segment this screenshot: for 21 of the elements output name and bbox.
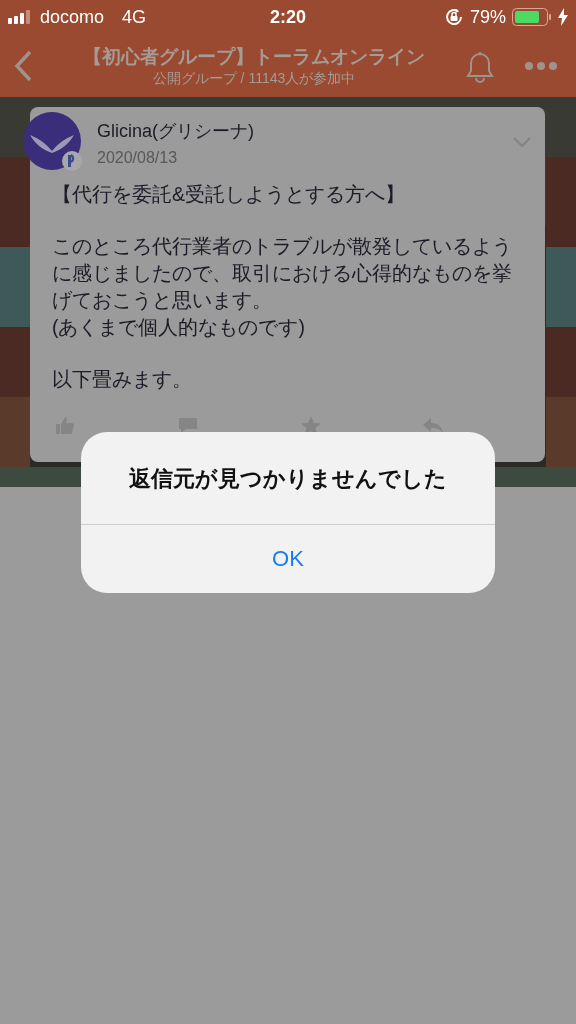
avatar-icon[interactable] bbox=[22, 111, 84, 173]
post-text: 以下畳みます。 bbox=[52, 367, 193, 392]
speech-bubble-icon[interactable] bbox=[176, 415, 199, 435]
more-icon[interactable] bbox=[524, 60, 558, 71]
ok-button[interactable]: OK bbox=[81, 525, 495, 593]
clock-time: 2:20 bbox=[270, 6, 306, 28]
post-date: 2020/08/13 bbox=[97, 149, 179, 167]
author-name[interactable]: Glicina(グリシーナ) bbox=[97, 119, 513, 143]
post-text: このところ代行業者のトラブルが散発しているように感じましたので、取引における心得的なものを挙げておこうと思います。 (あくまで個人的なものです) bbox=[52, 234, 513, 340]
reply-arrow-icon[interactable] bbox=[422, 415, 445, 435]
star-icon[interactable] bbox=[299, 415, 322, 435]
network-type: 4G bbox=[122, 6, 147, 28]
back-icon[interactable] bbox=[14, 49, 32, 82]
battery-percent: 79% bbox=[469, 6, 506, 28]
alert-message: 返信元が見つかりませんでした bbox=[81, 432, 495, 525]
battery-icon bbox=[512, 8, 552, 26]
group-subtitle: 公開グループ / 11143人が参加中 bbox=[152, 69, 356, 88]
post-text: 【代行を委託&受託しようとする方へ】 bbox=[52, 182, 406, 207]
group-title: 【初心者グループ】トーラムオンライン bbox=[83, 44, 425, 69]
carrier-name: docomo bbox=[40, 6, 105, 28]
rotation-lock-icon bbox=[443, 7, 464, 27]
